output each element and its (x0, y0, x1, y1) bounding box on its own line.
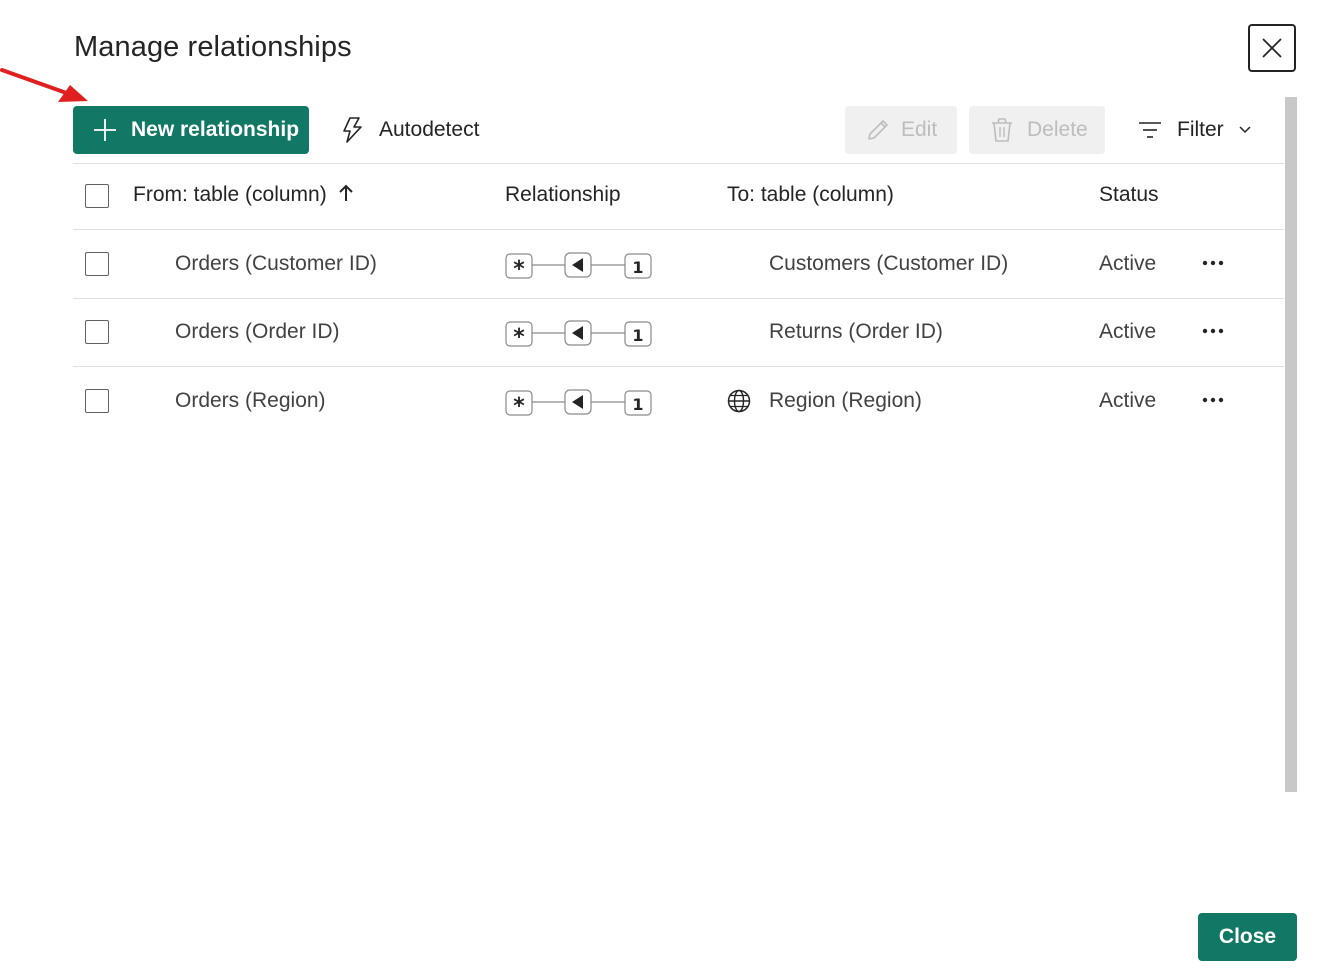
sort-ascending-icon (339, 184, 353, 201)
column-header-relationship[interactable]: Relationship (505, 183, 621, 207)
scrollbar[interactable] (1285, 97, 1297, 792)
rel-from-label: * (513, 257, 525, 280)
status-cell: Active (1099, 320, 1157, 343)
to-cell: Customers (Customer ID) (769, 252, 1009, 275)
column-header-status[interactable]: Status (1099, 183, 1159, 207)
more-horizontal-icon (1202, 397, 1224, 403)
plus-icon (94, 119, 116, 141)
rel-to-label: 1 (632, 326, 643, 345)
rel-from-label: * (513, 394, 525, 417)
close-button[interactable]: Close (1198, 913, 1297, 961)
filter-label: Filter (1177, 118, 1224, 141)
row-checkbox[interactable] (85, 389, 109, 413)
more-horizontal-icon (1202, 260, 1224, 266)
more-options-button[interactable] (1196, 316, 1230, 346)
to-cell: Region (Region) (769, 389, 922, 412)
autodetect-button[interactable]: Autodetect (341, 106, 479, 154)
rel-to-label: 1 (632, 395, 643, 414)
chevron-down-icon (1239, 126, 1251, 134)
divider (73, 298, 1284, 299)
globe-icon (727, 389, 751, 413)
new-relationship-button[interactable]: New relationship (73, 106, 309, 154)
filter-button[interactable]: Filter (1138, 106, 1252, 154)
more-options-button[interactable] (1196, 385, 1230, 415)
divider (73, 163, 1284, 164)
close-icon (1262, 38, 1282, 58)
rel-from-label: * (513, 325, 525, 348)
status-cell: Active (1099, 389, 1157, 412)
from-cell: Orders (Customer ID) (175, 252, 377, 275)
row-checkbox[interactable] (85, 252, 109, 276)
column-header-from-label: From: table (column) (133, 183, 327, 206)
divider (73, 366, 1284, 367)
edit-label: Edit (901, 118, 938, 141)
filter-icon (1139, 122, 1161, 138)
autodetect-label: Autodetect (379, 118, 480, 141)
delete-button[interactable]: Delete (969, 106, 1105, 154)
more-options-button[interactable] (1196, 248, 1230, 278)
from-cell: Orders (Order ID) (175, 320, 340, 343)
trash-icon (992, 118, 1012, 142)
pencil-icon (868, 120, 888, 140)
new-relationship-label: New relationship (131, 118, 300, 141)
select-all-checkbox[interactable] (85, 184, 109, 208)
dialog-close-button[interactable] (1248, 24, 1296, 72)
status-cell: Active (1099, 252, 1157, 275)
divider (73, 229, 1284, 230)
column-header-from[interactable]: From: table (column) (133, 183, 354, 207)
from-cell: Orders (Region) (175, 389, 326, 412)
column-header-to[interactable]: To: table (column) (727, 183, 894, 207)
rel-to-label: 1 (632, 258, 643, 277)
lightning-icon (343, 117, 362, 143)
to-cell: Returns (Order ID) (769, 320, 943, 343)
delete-label: Delete (1027, 118, 1088, 141)
many-to-one-icon: * 1 (505, 320, 652, 348)
dialog-title: Manage relationships (74, 31, 352, 63)
row-checkbox[interactable] (85, 320, 109, 344)
edit-button[interactable]: Edit (845, 106, 957, 154)
many-to-one-icon: * 1 (505, 389, 652, 417)
more-horizontal-icon (1202, 328, 1224, 334)
many-to-one-icon: * 1 (505, 252, 652, 280)
